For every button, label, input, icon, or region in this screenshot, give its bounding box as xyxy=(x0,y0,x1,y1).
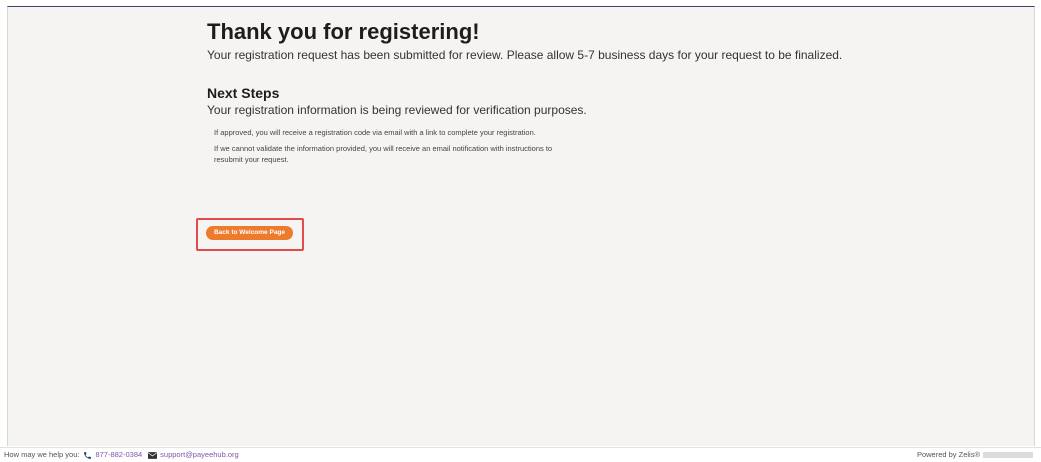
footer-powered-by: Powered by Zelis® xyxy=(917,448,1033,462)
next-steps-text: Your registration information is being r… xyxy=(207,103,587,117)
next-steps-notes: If approved, you will receive a registra… xyxy=(207,127,559,165)
footer: How may we help you: 877-882-0384 suppor… xyxy=(0,447,1041,462)
email-link[interactable]: support@payeehub.org xyxy=(160,448,239,462)
redacted-version xyxy=(983,452,1033,458)
note-approved: If approved, you will receive a registra… xyxy=(214,128,536,137)
page-frame: Thank you for registering! Your registra… xyxy=(7,6,1035,446)
phone-link[interactable]: 877-882-0384 xyxy=(95,448,142,462)
note-not-validated: If we cannot validate the information pr… xyxy=(214,144,553,164)
powered-by-text: Powered by Zelis® xyxy=(916,450,980,459)
page-subtitle: Your registration request has been submi… xyxy=(207,48,843,62)
help-text: How may we help you: xyxy=(4,450,80,459)
main-content: Thank you for registering! Your registra… xyxy=(207,19,987,170)
back-to-welcome-button[interactable]: Back to Welcome Page xyxy=(206,226,293,240)
envelope-icon xyxy=(148,451,158,459)
phone-icon xyxy=(83,451,92,460)
next-steps-heading: Next Steps xyxy=(207,85,280,101)
footer-contact: How may we help you: 877-882-0384 suppor… xyxy=(4,448,245,462)
page-title: Thank you for registering! xyxy=(207,19,480,44)
